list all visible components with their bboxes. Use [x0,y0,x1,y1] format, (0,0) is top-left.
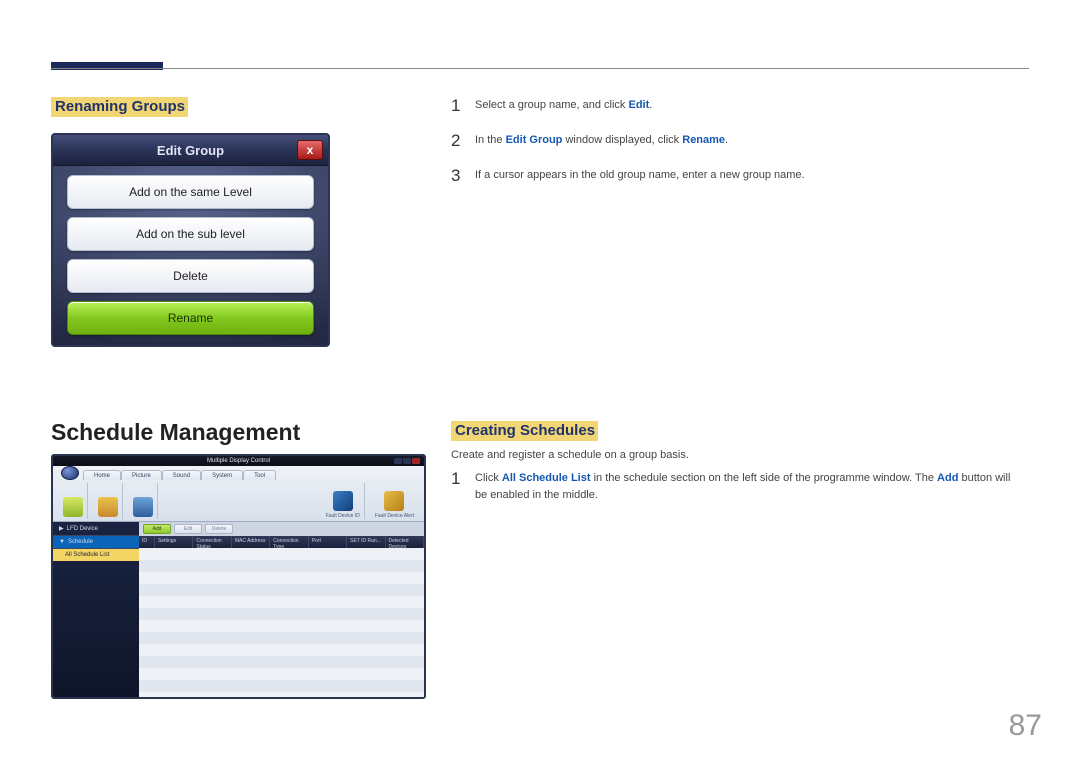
add-button[interactable]: Add [143,524,171,534]
sidebar-item-label: Schedule [68,539,93,545]
tab-home[interactable]: Home [83,470,121,480]
col-id[interactable]: ID [139,536,155,548]
ribbon-label: Fault Device Alert [375,513,414,519]
tab-sound[interactable]: Sound [162,470,201,480]
ribbon-tabs: Home Picture Sound System Tool [53,466,424,480]
step-text: window displayed, click [562,134,682,146]
schedule-grid[interactable] [139,548,424,699]
close-button[interactable]: x [297,140,323,160]
close-icon[interactable] [412,458,420,464]
col-connection-type[interactable]: Connection Type [270,536,308,548]
col-set-id-range[interactable]: SET ID Ran... [347,536,385,548]
edit-group-dialog-figure: Edit Group x Add on the same Level Add o… [51,133,330,347]
step-text: . [725,134,728,146]
ribbon-group [94,483,123,519]
ribbon-group [129,483,158,519]
info-icon[interactable] [133,497,153,517]
chevron-down-icon: ▼ [59,539,65,545]
app-title: Multiple Display Control [207,458,270,464]
step-text: in the schedule section on the left side… [591,472,938,484]
ribbon-label: Fault Device ID [326,513,360,519]
col-detected-devices[interactable]: Detected Devices [386,536,424,548]
delete-button[interactable]: Delete [205,524,233,534]
window-controls [394,458,420,464]
header-rule [51,68,1029,69]
heading-creating-schedules: Creating Schedules [451,421,598,441]
sidebar: ▶ LFD Device ▼ Schedule All Schedule Lis… [53,522,139,699]
sidebar-item-all-schedule-list[interactable]: All Schedule List [53,549,139,561]
step-1: Select a group name, and click Edit. [451,97,1025,114]
maximize-icon[interactable] [403,458,411,464]
add-same-level-button[interactable]: Add on the same Level [67,175,314,209]
step-text: . [649,99,652,111]
app-body: ▶ LFD Device ▼ Schedule All Schedule Lis… [53,522,424,699]
tab-system[interactable]: System [201,470,243,480]
step-1: Click All Schedule List in the schedule … [451,470,1025,504]
edit-button[interactable]: Edit [174,524,202,534]
dialog-body: Add on the same Level Add on the sub lev… [53,166,328,347]
ref-edit-group: Edit Group [506,134,563,146]
dialog-title: Edit Group [157,143,224,158]
ribbon-group-fault-alert: Fault Device Alert [371,483,418,519]
step-text: In the [475,134,506,146]
sidebar-item-label: LFD Device [67,526,98,532]
ref-edit: Edit [628,99,649,111]
step-text: If a cursor appears in the old group nam… [475,169,805,181]
schedule-app-figure: Multiple Display Control Home Picture So… [51,454,426,699]
rename-steps: Select a group name, and click Edit. In … [451,97,1025,202]
close-icon: x [307,143,314,157]
heading-renaming-groups: Renaming Groups [51,97,188,117]
main-pane: Add Edit Delete ID Settings Connection S… [139,522,424,699]
rename-button[interactable]: Rename [67,301,314,335]
tab-tool[interactable]: Tool [243,470,276,480]
ref-all-schedule-list: All Schedule List [502,472,591,484]
column-headers: ID Settings Connection Status MAC Addres… [139,536,424,548]
sidebar-item-schedule[interactable]: ▼ Schedule [53,536,139,549]
main-toolbar: Add Edit Delete [139,522,424,536]
add-sub-level-button[interactable]: Add on the sub level [67,217,314,251]
tab-picture[interactable]: Picture [121,470,162,480]
app-titlebar: Multiple Display Control [53,456,424,466]
fault-device-alert-icon[interactable] [384,491,404,511]
create-intro: Create and register a schedule on a grou… [451,447,1025,464]
col-port[interactable]: Port [309,536,347,548]
minimize-icon[interactable] [394,458,402,464]
monitor-icon[interactable] [98,497,118,517]
ribbon-group [59,483,88,519]
step-text: Select a group name, and click [475,99,628,111]
heading-schedule-management: Schedule Management [51,419,300,446]
delete-button[interactable]: Delete [67,259,314,293]
step-text: Click [475,472,502,484]
orb-button[interactable] [61,466,79,480]
ribbon: Home Picture Sound System Tool Fault Dev… [53,466,424,522]
chevron-right-icon: ▶ [59,525,64,532]
col-mac-address[interactable]: MAC Address [232,536,270,548]
step-3: If a cursor appears in the old group nam… [451,167,1025,184]
ribbon-group-fault-id: Fault Device ID [322,483,365,519]
dialog-titlebar: Edit Group x [53,135,328,166]
fault-device-id-icon[interactable] [333,491,353,511]
col-settings[interactable]: Settings [155,536,193,548]
step-2: In the Edit Group window displayed, clic… [451,132,1025,149]
ribbon-body: Fault Device ID Fault Device Alert [53,480,424,522]
ref-rename: Rename [682,134,725,146]
page-number: 87 [1009,709,1042,743]
create-steps: Create and register a schedule on a grou… [451,447,1025,522]
refresh-icon[interactable] [63,497,83,517]
sidebar-item-lfd[interactable]: ▶ LFD Device [53,522,139,536]
col-connection-status[interactable]: Connection Status [193,536,231,548]
ref-add: Add [937,472,958,484]
